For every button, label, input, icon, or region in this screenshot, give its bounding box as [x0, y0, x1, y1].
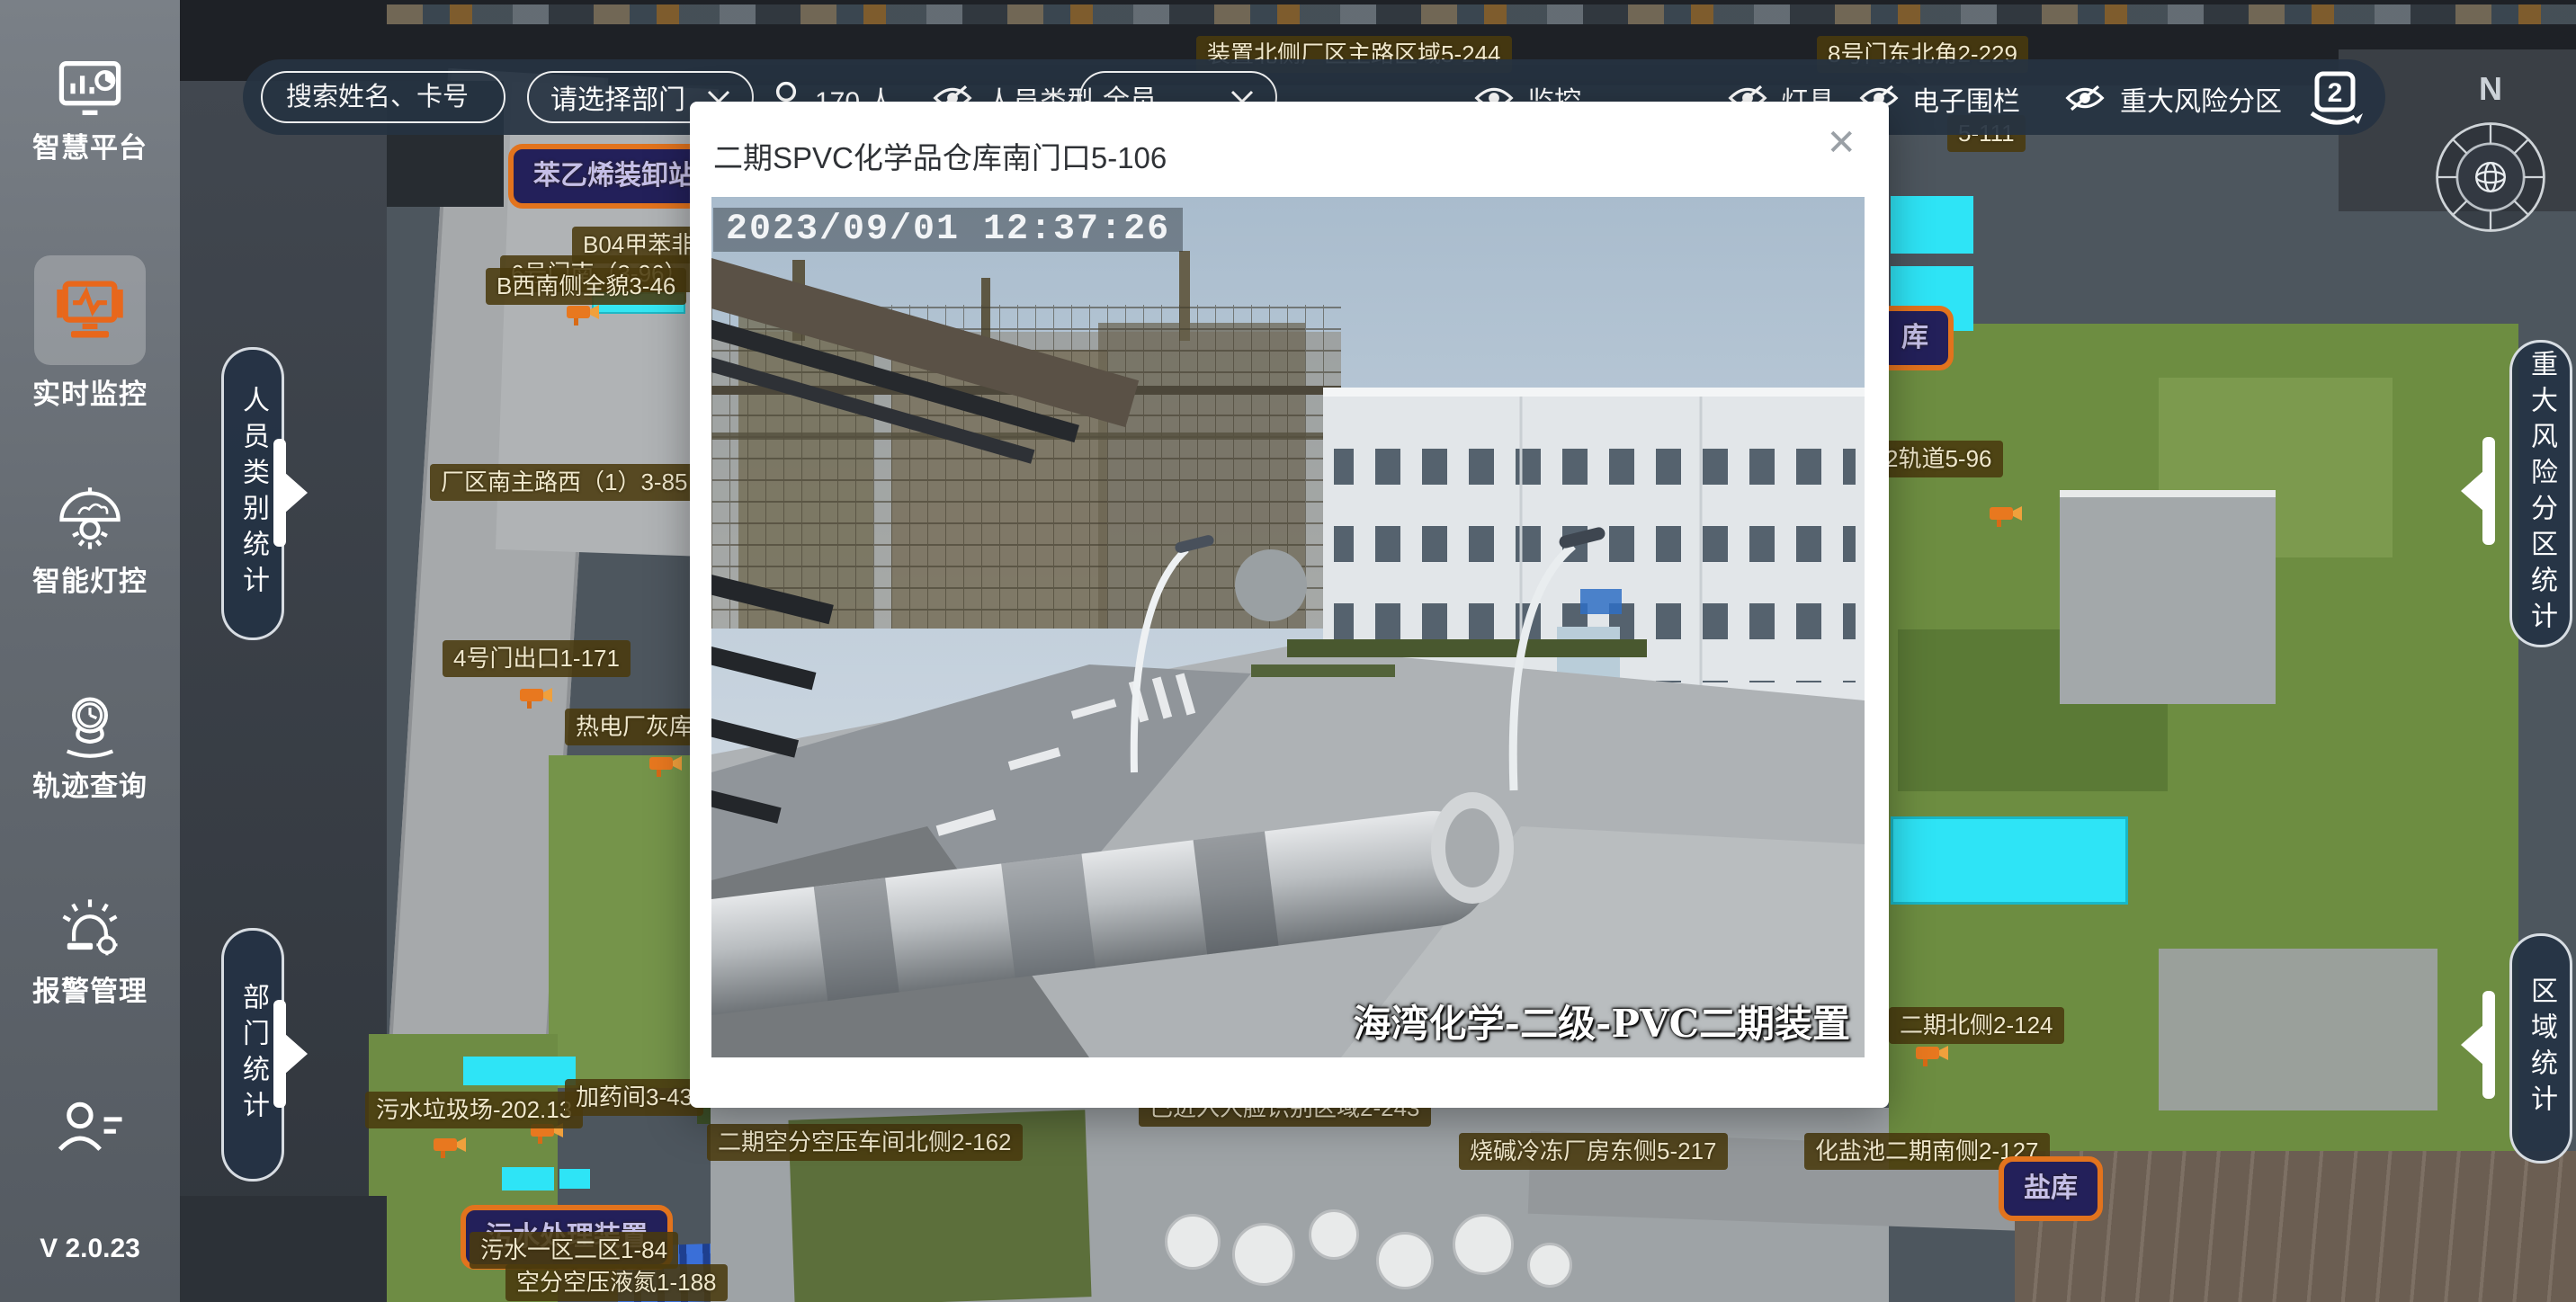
map-label[interactable]: 空分空压液氮1-188 [505, 1264, 728, 1301]
realtime-monitor-icon [52, 275, 128, 348]
map-pool-right-top-1 [1891, 196, 1973, 254]
map-building-gray-right [2159, 949, 2437, 1110]
camera-icon[interactable] [1988, 504, 2024, 527]
sidebar-item-smart-lighting[interactable]: 智能灯控 [0, 486, 180, 599]
smart-lamp-icon [54, 486, 126, 558]
camera-icon[interactable] [432, 1135, 468, 1158]
view-switch-badge: 2 [2328, 78, 2343, 108]
map-tank [1309, 1209, 1359, 1260]
map-building-right-mid [2060, 490, 2276, 704]
sidebar-item-label: 实时监控 [0, 371, 180, 412]
left-sidebar: 智慧平台 实时监控 [0, 0, 180, 1302]
dashboard-monitor-icon [54, 58, 126, 125]
expand-arrow-icon[interactable] [273, 1000, 286, 1108]
eye-slash-icon[interactable] [2064, 85, 2106, 111]
tab-area-stats[interactable]: 区域统计 [2509, 933, 2572, 1164]
map-green-left-column [549, 755, 702, 1088]
camera-watermark: 海湾化学-二级-PVC二期装置 [1354, 994, 1850, 1048]
map-label[interactable]: 盐库 [1999, 1156, 2103, 1221]
map-label[interactable]: 二期北侧2-124 [1889, 1007, 2064, 1044]
tab-label: 人员类别统计 [233, 386, 273, 602]
layer-toggle-risk-zone[interactable]: 重大风险分区 [2120, 79, 2282, 119]
map-label[interactable]: 厂区南主路西（1）3-85 [430, 464, 699, 501]
expand-arrow-icon[interactable] [2482, 991, 2495, 1099]
sidebar-item-alarm-management[interactable]: 报警管理 [0, 896, 180, 1009]
alarm-manage-icon [53, 896, 127, 968]
sidebar-item-label: 智慧平台 [0, 125, 180, 165]
map-pool-bl-2 [502, 1167, 554, 1191]
map-label[interactable]: 热电厂灰库 [565, 709, 703, 745]
map-label[interactable]: 污水垃圾场-202.13 [365, 1092, 583, 1128]
camera-icon[interactable] [565, 302, 601, 326]
view-switch-icon[interactable]: 2 [2304, 68, 2364, 128]
dialog-title: 二期SPVC化学品仓库南门口5-106 [713, 134, 1167, 177]
map-label[interactable]: 烧碱冷冻厂房东侧5-217 [1459, 1133, 1728, 1170]
expand-arrow-icon[interactable] [2482, 437, 2495, 545]
map-label[interactable]: 苯乙烯装卸站 [508, 144, 720, 209]
search-input[interactable] [284, 82, 482, 113]
sidebar-item-realtime-monitor[interactable]: 实时监控 [0, 275, 180, 412]
track-query-icon [54, 691, 126, 763]
map-dark-bottomleft [180, 1196, 387, 1302]
close-icon[interactable]: ✕ [1826, 125, 1856, 161]
person-list-icon [54, 1099, 126, 1164]
sidebar-item-label: 智能灯控 [0, 558, 180, 599]
map-label[interactable]: 二期空分空压车间北侧2-162 [707, 1124, 1023, 1161]
map-label[interactable]: 加药间3-43 [565, 1079, 703, 1116]
camera-dialog: 二期SPVC化学品仓库南门口5-106 ✕ [690, 102, 1889, 1108]
map-tank [1527, 1243, 1572, 1288]
tab-label: 区域统计 [2521, 976, 2561, 1120]
app-version: V 2.0.23 [0, 1234, 180, 1264]
map-label[interactable]: B西南侧全貌3-46 [486, 268, 686, 305]
sidebar-item-label: 轨迹查询 [0, 763, 180, 804]
sidebar-item-track-query[interactable]: 轨迹查询 [0, 691, 180, 804]
search-field-wrap [261, 71, 505, 123]
tab-label: 部门统计 [233, 983, 273, 1127]
map-tank [1232, 1223, 1295, 1286]
compass-icon[interactable] [2432, 119, 2549, 236]
map-pool-right-large [1891, 816, 2128, 905]
layer-toggle-efence[interactable]: 电子围栏 [1912, 79, 2020, 119]
department-placeholder: 请选择部门 [550, 77, 685, 117]
camera-feed-image: 2023/09/01 12:37:26 海湾化学-二级-PVC二期装置 [711, 197, 1865, 1057]
map-tank [1376, 1232, 1434, 1289]
compass-north-label: N [2432, 70, 2549, 108]
camera-icon[interactable] [648, 754, 684, 777]
tab-major-risk-zone-stats[interactable]: 重大风险分区统计 [2509, 340, 2572, 647]
map-pool-bl-3 [559, 1169, 590, 1189]
camera-icon[interactable] [518, 685, 554, 709]
sidebar-item-personnel[interactable] [0, 1099, 180, 1164]
app-root: 装置北侧厂区主路区域5-2448号门东北角2-2295-111苯乙烯装卸站B04… [0, 0, 2576, 1302]
map-tank [1453, 1214, 1514, 1275]
sidebar-item-label: 报警管理 [0, 968, 180, 1009]
expand-arrow-icon[interactable] [273, 439, 286, 547]
map-top-industrial-strip [387, 4, 2576, 24]
tab-label: 重大风险分区统计 [2521, 350, 2561, 638]
sidebar-item-smart-platform[interactable]: 智慧平台 [0, 58, 180, 165]
map-label[interactable]: 4号门出口1-171 [443, 640, 631, 677]
camera-timestamp: 2023/09/01 12:37:26 [713, 208, 1183, 252]
map-pool-bl-1 [463, 1057, 576, 1085]
camera-icon[interactable] [1914, 1043, 1950, 1066]
map-label[interactable]: 污水一区二区1-84 [470, 1232, 678, 1269]
map-tank [1165, 1214, 1221, 1270]
camera-scene [711, 197, 1865, 1057]
